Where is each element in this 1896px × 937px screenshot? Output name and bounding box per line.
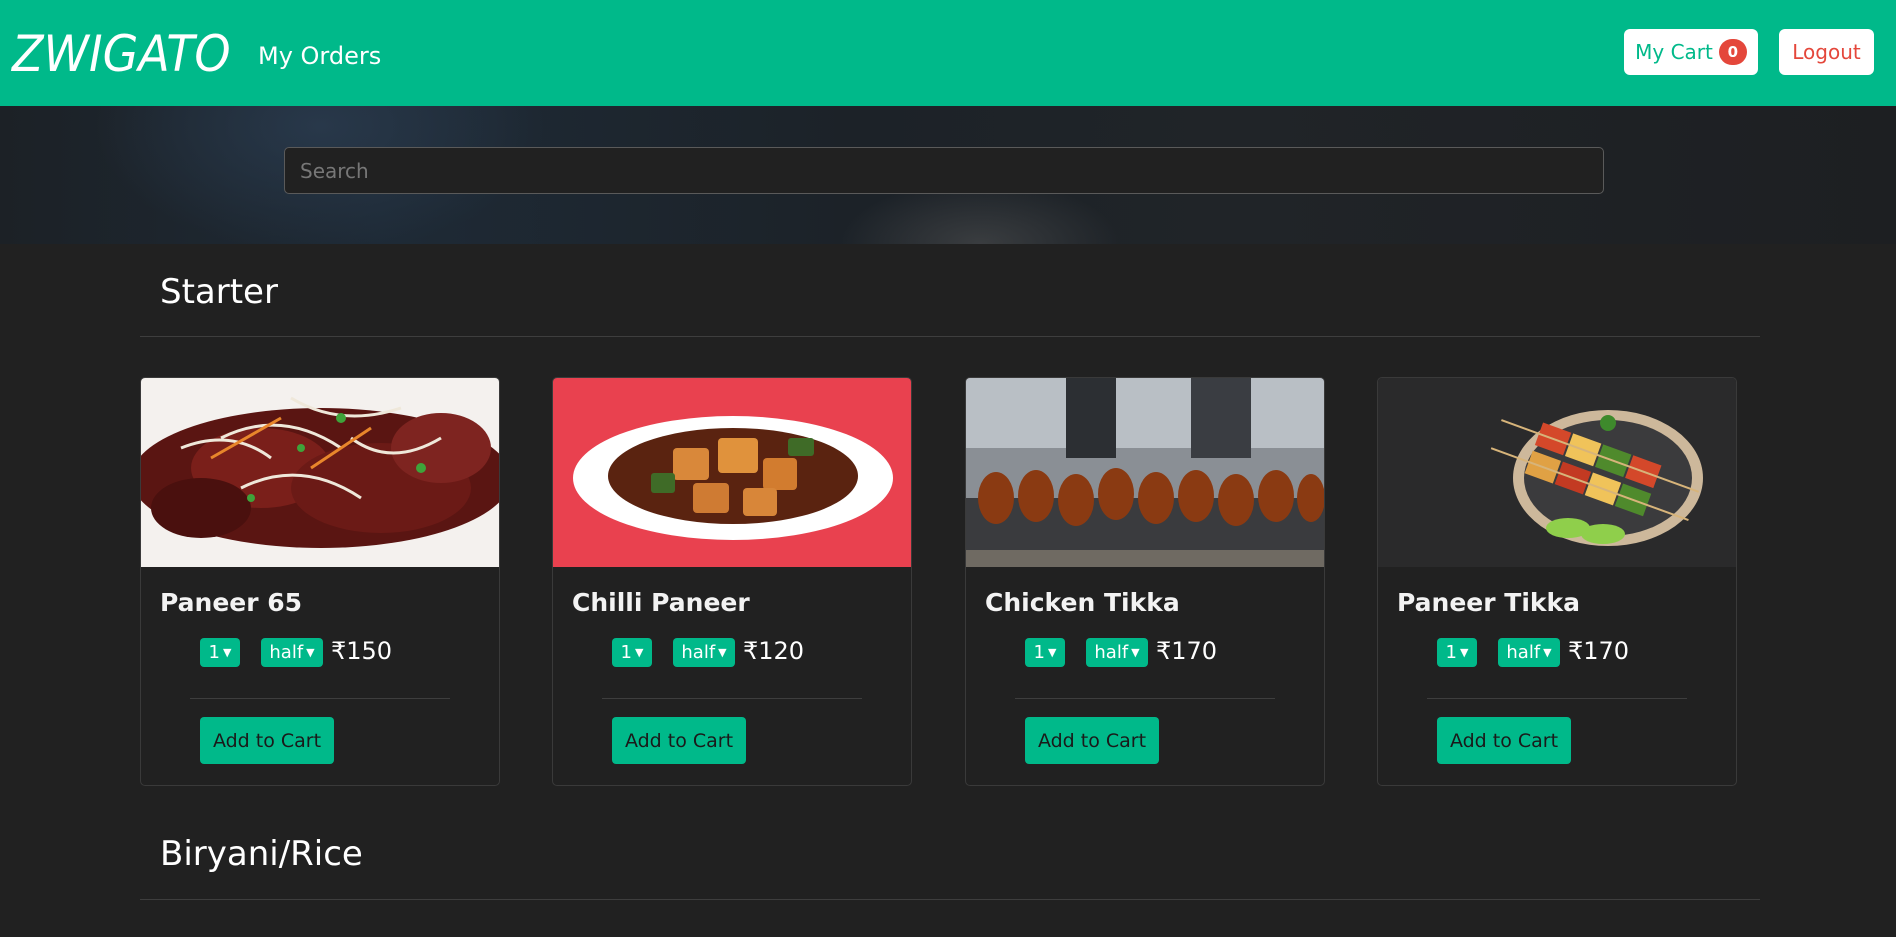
item-price: ₹170 bbox=[1568, 637, 1630, 665]
item-price: ₹150 bbox=[331, 637, 393, 665]
paneer-65-image bbox=[141, 378, 499, 567]
chevron-down-icon: ▼ bbox=[634, 646, 644, 659]
card-divider bbox=[1427, 698, 1687, 699]
quantity-value: 1 bbox=[208, 642, 220, 663]
my-cart-label: My Cart bbox=[1635, 40, 1713, 64]
chevron-down-icon: ▼ bbox=[1047, 646, 1057, 659]
add-to-cart-button[interactable]: Add to Cart bbox=[1437, 717, 1571, 764]
card-divider bbox=[602, 698, 862, 699]
paneer-tikka-image bbox=[1378, 378, 1736, 567]
quantity-select[interactable]: 1 ▼ bbox=[612, 638, 652, 667]
item-price: ₹120 bbox=[743, 637, 805, 665]
quantity-value: 1 bbox=[1445, 642, 1457, 663]
item-price: ₹170 bbox=[1156, 637, 1218, 665]
section-title-starter: Starter bbox=[160, 272, 278, 312]
item-name: Chilli Paneer bbox=[572, 588, 750, 617]
brand-logo[interactable]: ZWIGATO bbox=[12, 26, 231, 82]
portion-select[interactable]: half ▼ bbox=[1498, 638, 1560, 667]
chevron-down-icon: ▼ bbox=[1459, 646, 1469, 659]
search-input[interactable] bbox=[284, 147, 1604, 194]
portion-select[interactable]: half ▼ bbox=[673, 638, 735, 667]
item-name: Chicken Tikka bbox=[985, 588, 1180, 617]
chevron-down-icon: ▼ bbox=[718, 646, 727, 659]
menu-card: Paneer 65 1 ▼ half ▼ ₹150 Add to Cart bbox=[140, 377, 500, 786]
section-divider bbox=[140, 336, 1760, 337]
menu-card: Chilli Paneer 1 ▼ half ▼ ₹120 Add to Cart bbox=[552, 377, 912, 786]
portion-select[interactable]: half ▼ bbox=[1086, 638, 1148, 667]
card-divider bbox=[190, 698, 450, 699]
chevron-down-icon: ▼ bbox=[306, 646, 315, 659]
add-to-cart-button[interactable]: Add to Cart bbox=[200, 717, 334, 764]
add-to-cart-button[interactable]: Add to Cart bbox=[1025, 717, 1159, 764]
item-name: Paneer Tikka bbox=[1397, 588, 1581, 617]
portion-value: half bbox=[269, 642, 304, 663]
cart-count-badge: 0 bbox=[1718, 39, 1747, 65]
portion-value: half bbox=[1506, 642, 1541, 663]
section-title-biryani-rice: Biryani/Rice bbox=[160, 834, 363, 874]
menu-card: Paneer Tikka 1 ▼ half ▼ ₹170 Add to Cart bbox=[1377, 377, 1737, 786]
portion-value: half bbox=[681, 642, 716, 663]
quantity-select[interactable]: 1 ▼ bbox=[1437, 638, 1477, 667]
chevron-down-icon: ▼ bbox=[1543, 646, 1552, 659]
chevron-down-icon: ▼ bbox=[1131, 646, 1140, 659]
add-to-cart-button[interactable]: Add to Cart bbox=[612, 717, 746, 764]
chilli-paneer-image bbox=[553, 378, 911, 567]
chevron-down-icon: ▼ bbox=[222, 646, 232, 659]
card-divider bbox=[1015, 698, 1275, 699]
logout-button[interactable]: Logout bbox=[1779, 29, 1874, 75]
quantity-select[interactable]: 1 ▼ bbox=[200, 638, 240, 667]
portion-select[interactable]: half ▼ bbox=[261, 638, 323, 667]
chicken-tikka-image bbox=[966, 378, 1324, 567]
my-cart-button[interactable]: My Cart 0 bbox=[1624, 29, 1758, 75]
navbar: ZWIGATO My Orders My Cart 0 Logout bbox=[0, 0, 1896, 106]
quantity-value: 1 bbox=[1033, 642, 1045, 663]
quantity-select[interactable]: 1 ▼ bbox=[1025, 638, 1065, 667]
menu-card: Chicken Tikka 1 ▼ half ▼ ₹170 Add to Cart bbox=[965, 377, 1325, 786]
nav-my-orders[interactable]: My Orders bbox=[258, 41, 381, 71]
item-name: Paneer 65 bbox=[160, 588, 303, 617]
portion-value: half bbox=[1094, 642, 1129, 663]
quantity-value: 1 bbox=[620, 642, 632, 663]
section-divider bbox=[140, 899, 1760, 900]
